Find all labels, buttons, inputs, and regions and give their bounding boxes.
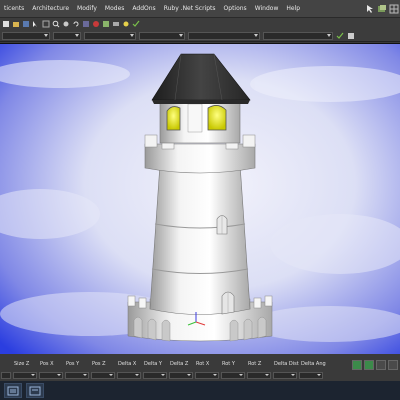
chevron-down-icon bbox=[187, 374, 191, 376]
coord-label-delta-y: Delta Y bbox=[144, 361, 162, 367]
coord-field-delta-angle[interactable] bbox=[299, 371, 323, 379]
properties-icon[interactable] bbox=[347, 32, 355, 40]
coord-field-rot-z[interactable] bbox=[247, 371, 271, 379]
chevron-down-icon bbox=[44, 34, 48, 37]
layer-dropdown[interactable] bbox=[2, 31, 50, 40]
open-icon[interactable] bbox=[12, 20, 20, 28]
coord-label-rot-x: Rot X bbox=[196, 361, 210, 367]
coord-label-delta-z: Delta Z bbox=[170, 361, 189, 367]
cursor-icon[interactable] bbox=[365, 4, 375, 14]
chevron-down-icon bbox=[57, 374, 61, 376]
zoom-icon[interactable] bbox=[52, 20, 60, 28]
coord-label-pos-x: Pos X bbox=[40, 361, 54, 367]
menu-item-components[interactable]: ticents bbox=[0, 0, 28, 18]
coord-field-delta-x[interactable] bbox=[117, 371, 141, 379]
lantern-window-left bbox=[166, 106, 181, 131]
coord-field-pos-y[interactable] bbox=[65, 371, 89, 379]
lantern-window-right bbox=[207, 105, 227, 131]
menu-item-modes[interactable]: Modes bbox=[101, 0, 128, 18]
coordinate-labels: Size Z Pos X Pos Y Pos Z Delta X Delta Y… bbox=[0, 358, 400, 370]
grid-snap-icon[interactable] bbox=[42, 20, 50, 28]
style-dropdown[interactable] bbox=[84, 31, 136, 40]
lantern-mullion bbox=[187, 103, 203, 133]
coord-field-rot-y[interactable] bbox=[221, 371, 245, 379]
coord-field-delta-z[interactable] bbox=[169, 371, 193, 379]
select-icon[interactable] bbox=[32, 20, 40, 28]
check-icon[interactable] bbox=[132, 20, 140, 28]
apply-icon[interactable] bbox=[336, 32, 344, 40]
rotate-icon[interactable] bbox=[72, 20, 80, 28]
coord-field-delta-y[interactable] bbox=[143, 371, 167, 379]
chevron-down-icon bbox=[83, 374, 87, 376]
view-dropdown[interactable] bbox=[263, 31, 333, 40]
icon-toolbar bbox=[0, 18, 400, 30]
coord-field-delta-distance[interactable] bbox=[273, 371, 297, 379]
coord-field-size-z[interactable] bbox=[13, 371, 37, 379]
render-mode-icon[interactable] bbox=[364, 360, 374, 370]
chevron-down-icon bbox=[31, 374, 35, 376]
tower-body bbox=[149, 163, 251, 315]
color-dropdown[interactable] bbox=[139, 31, 185, 40]
chevron-down-icon bbox=[213, 374, 217, 376]
menu-item-help[interactable]: Help bbox=[282, 0, 304, 18]
grid-toggle-icon[interactable] bbox=[376, 360, 386, 370]
light-icon[interactable] bbox=[122, 20, 130, 28]
pan-icon[interactable] bbox=[62, 20, 70, 28]
menu-item-window[interactable]: Window bbox=[251, 0, 283, 18]
chevron-down-icon bbox=[179, 34, 183, 37]
chevron-down-icon bbox=[317, 374, 321, 376]
material-icon[interactable] bbox=[102, 20, 110, 28]
menu-item-architecture[interactable]: Architecture bbox=[28, 0, 73, 18]
coord-field-pos-x[interactable] bbox=[39, 371, 63, 379]
chevron-down-icon bbox=[291, 374, 295, 376]
render-icon[interactable] bbox=[82, 20, 90, 28]
new-icon[interactable] bbox=[2, 20, 10, 28]
material-dropdown[interactable] bbox=[188, 31, 260, 40]
chevron-down-icon bbox=[265, 374, 269, 376]
coordinate-fields bbox=[0, 370, 400, 380]
property-toolbar bbox=[0, 30, 400, 42]
gallery-ring bbox=[144, 143, 256, 174]
layers-icon[interactable] bbox=[377, 4, 387, 14]
coord-field-rot-x[interactable] bbox=[195, 371, 219, 379]
render-canvas bbox=[0, 44, 400, 354]
linetype-dropdown[interactable] bbox=[53, 31, 81, 40]
coord-field-pos-z[interactable] bbox=[91, 371, 115, 379]
chevron-down-icon bbox=[239, 374, 243, 376]
chevron-down-icon bbox=[75, 34, 79, 37]
menu-item-modify[interactable]: Modify bbox=[73, 0, 101, 18]
chevron-down-icon bbox=[327, 34, 331, 37]
coord-label-delta-x: Delta X bbox=[118, 361, 137, 367]
grid-icon[interactable] bbox=[389, 4, 399, 14]
coord-label-rot-z: Rot Z bbox=[248, 361, 262, 367]
coord-field-0[interactable] bbox=[1, 371, 11, 379]
coord-label-size-z: Size Z bbox=[14, 361, 30, 367]
taskbar bbox=[0, 381, 400, 400]
camera-icon[interactable] bbox=[112, 20, 120, 28]
3d-viewport[interactable] bbox=[0, 43, 400, 354]
chevron-down-icon bbox=[135, 374, 139, 376]
coord-label-delta-distance: Delta Distanc bbox=[274, 361, 299, 367]
status-icons bbox=[352, 360, 398, 370]
menu-item-options[interactable]: Options bbox=[220, 0, 251, 18]
coord-label-delta-angle: Delta Angle bbox=[301, 361, 326, 367]
chevron-down-icon bbox=[109, 374, 113, 376]
settings-icon[interactable] bbox=[388, 360, 398, 370]
coord-label-pos-y: Pos Y bbox=[66, 361, 80, 367]
menu-item-ruby-net-scripts[interactable]: Ruby .Net Scripts bbox=[160, 0, 220, 18]
coord-label-rot-y: Rot Y bbox=[222, 361, 235, 367]
menu-item-addons[interactable]: AddOns bbox=[128, 0, 159, 18]
app-window: ticents Architecture Modify Modes AddOns… bbox=[0, 0, 400, 400]
taskbar-window-icon[interactable] bbox=[26, 383, 44, 398]
coord-label-pos-z: Pos Z bbox=[92, 361, 106, 367]
delete-icon[interactable] bbox=[92, 20, 100, 28]
menu-bar: ticents Architecture Modify Modes AddOns… bbox=[0, 0, 400, 18]
taskbar-app-icon[interactable] bbox=[4, 383, 22, 398]
save-icon[interactable] bbox=[22, 20, 30, 28]
chevron-down-icon bbox=[161, 374, 165, 376]
chevron-down-icon bbox=[254, 34, 258, 37]
roof-eave bbox=[152, 100, 250, 104]
view-icon[interactable] bbox=[352, 360, 362, 370]
chevron-down-icon bbox=[130, 34, 134, 37]
